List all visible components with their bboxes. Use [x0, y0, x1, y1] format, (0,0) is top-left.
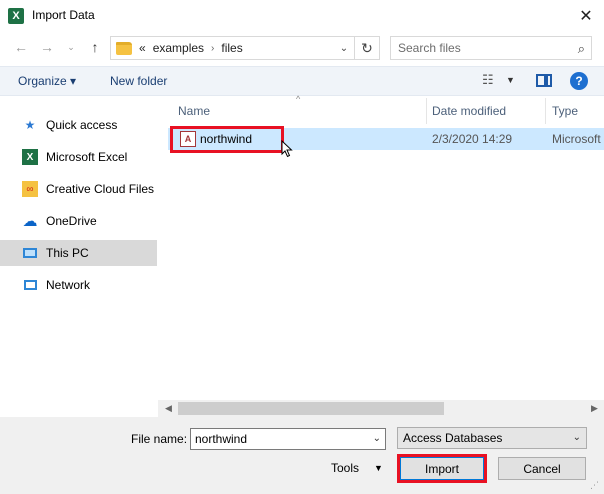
cancel-button[interactable]: Cancel: [498, 457, 586, 480]
breadcrumb-overflow[interactable]: «: [139, 41, 146, 55]
type-cell: Microsoft: [552, 132, 601, 146]
search-input[interactable]: Search files ⌕: [390, 36, 592, 60]
address-bar[interactable]: « examples › files ⌄ ↻: [110, 36, 380, 60]
sidebar-item-label: Quick access: [46, 118, 118, 132]
cloud-icon: ☁: [22, 213, 38, 230]
scroll-right-icon[interactable]: ▶: [586, 400, 603, 417]
column-divider[interactable]: [545, 98, 546, 124]
mouse-cursor-icon: [281, 140, 293, 158]
creative-cloud-folder-icon: ∞: [22, 181, 38, 197]
scrollbar-thumb[interactable]: [178, 402, 444, 415]
column-header-date-modified[interactable]: Date modified: [432, 98, 544, 124]
preview-pane-icon[interactable]: [536, 74, 552, 87]
highlight-box-import: [397, 454, 487, 483]
window-title: Import Data: [32, 8, 95, 22]
sidebar-item-network[interactable]: Network: [0, 272, 157, 298]
highlight-box-file: [170, 126, 284, 153]
sidebar-item-microsoft-excel[interactable]: X Microsoft Excel: [0, 144, 157, 170]
excel-icon: X: [22, 149, 38, 165]
file-type-select[interactable]: Access Databases ⌄: [397, 427, 587, 449]
organize-menu[interactable]: Organize ▾: [18, 74, 76, 88]
scroll-left-icon[interactable]: ◀: [160, 400, 177, 417]
chevron-down-icon[interactable]: ⌄: [573, 432, 581, 443]
sidebar-item-label: Creative Cloud Files: [46, 182, 155, 196]
file-name-label: File name:: [131, 432, 188, 446]
file-name-input[interactable]: northwind ⌄: [190, 428, 386, 450]
sidebar-item-quick-access[interactable]: ★ Quick access: [0, 112, 157, 138]
view-dropdown-icon[interactable]: ▼: [506, 75, 515, 85]
search-icon[interactable]: ⌕: [578, 41, 585, 57]
refresh-icon[interactable]: ↻: [354, 37, 379, 59]
chevron-down-icon[interactable]: ⌄: [373, 433, 381, 444]
sidebar-item-label: This PC: [46, 246, 89, 260]
sidebar-item-creative-cloud[interactable]: ∞ Creative Cloud Files: [0, 176, 157, 202]
sidebar-item-this-pc[interactable]: This PC: [0, 240, 157, 266]
tools-dropdown-icon[interactable]: ▼: [374, 463, 383, 473]
computer-icon: [22, 245, 38, 261]
tools-menu[interactable]: Tools: [331, 461, 359, 475]
up-arrow-icon[interactable]: ↑: [84, 36, 106, 58]
sidebar-item-label: Microsoft Excel: [46, 150, 128, 164]
resize-grip-icon[interactable]: ⋰: [590, 480, 602, 492]
sidebar-item-onedrive[interactable]: ☁ OneDrive: [0, 208, 157, 234]
forward-arrow-icon[interactable]: →: [36, 36, 58, 58]
file-type-value: Access Databases: [403, 431, 503, 445]
back-arrow-icon[interactable]: ←: [10, 36, 32, 58]
breadcrumb-examples[interactable]: examples: [153, 41, 204, 55]
column-divider[interactable]: [426, 98, 427, 124]
star-icon: ★: [24, 118, 36, 132]
column-header-type[interactable]: Type: [552, 98, 604, 124]
recent-dropdown-icon[interactable]: ⌄: [60, 36, 82, 58]
new-folder-button[interactable]: New folder: [110, 74, 167, 88]
excel-app-icon: X: [8, 8, 24, 24]
date-modified-cell: 2/3/2020 14:29: [432, 132, 513, 146]
network-icon: [22, 277, 38, 293]
column-header-name[interactable]: Name: [178, 98, 424, 124]
chevron-down-icon[interactable]: ⌄: [335, 37, 353, 59]
folder-icon: [116, 41, 132, 55]
help-icon[interactable]: ?: [570, 72, 588, 90]
breadcrumb-separator-icon[interactable]: ›: [211, 43, 214, 54]
close-button[interactable]: ✕: [568, 0, 604, 32]
search-placeholder: Search files: [398, 41, 461, 55]
sidebar-item-label: Network: [46, 278, 91, 292]
view-options-icon[interactable]: ☷: [482, 72, 494, 88]
breadcrumb-files[interactable]: files: [221, 41, 242, 55]
file-name-value: northwind: [195, 432, 248, 446]
sidebar-item-label: OneDrive: [46, 214, 97, 228]
